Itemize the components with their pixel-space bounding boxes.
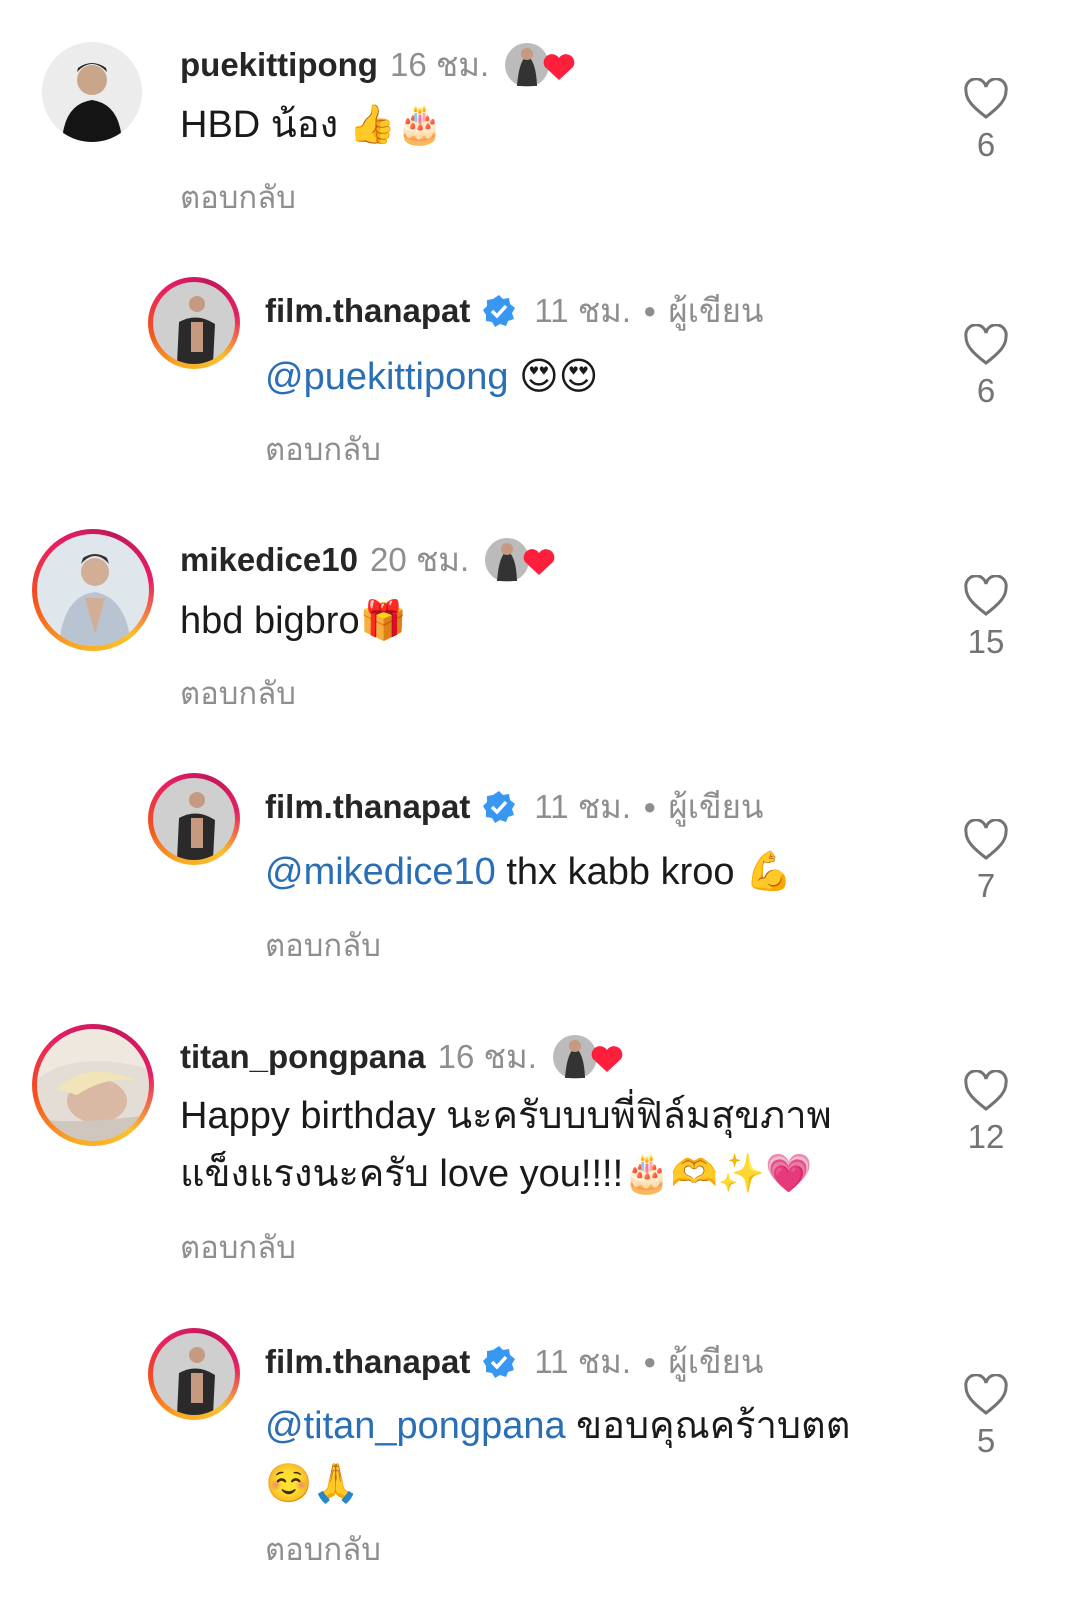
separator-dot: ● — [643, 1348, 657, 1374]
username[interactable]: puekittipong — [180, 46, 378, 84]
reply-button[interactable]: ตอบกลับ — [265, 424, 381, 474]
heart-outline-icon[interactable] — [951, 1374, 1021, 1416]
timestamp: 16 ชม. — [437, 1038, 537, 1075]
avatar[interactable] — [148, 277, 240, 369]
creator-liked-heart-icon — [483, 535, 555, 585]
username[interactable]: film.thanapat — [265, 788, 470, 826]
username[interactable]: titan_pongpana — [180, 1038, 426, 1076]
timestamp: 11 ชม. — [534, 292, 632, 329]
like-count: 5 — [976, 1422, 996, 1459]
verified-badge-icon — [482, 294, 516, 328]
like-count: 6 — [976, 126, 996, 163]
timestamp: 20 ชม. — [369, 541, 470, 578]
like-control: 6 — [951, 324, 1021, 410]
heart-outline-icon[interactable] — [951, 819, 1021, 861]
author-badge: ผู้เขียน — [668, 1343, 764, 1380]
comment-text: @mikedice10 thx kabb kroo 💪 — [265, 849, 793, 893]
timestamp: 11 ชม. — [534, 788, 632, 825]
reply-button[interactable]: ตอบกลับ — [180, 668, 296, 718]
avatar[interactable] — [148, 1328, 240, 1420]
like-control: 15 — [951, 575, 1021, 661]
avatar[interactable] — [32, 1024, 154, 1146]
creator-liked-heart-icon — [503, 40, 575, 90]
author-badge: ผู้เขียน — [668, 788, 764, 825]
like-count: 7 — [976, 867, 996, 904]
like-control: 5 — [951, 1374, 1021, 1460]
creator-liked-heart-icon — [551, 1032, 623, 1082]
reply-button[interactable]: ตอบกลับ — [180, 172, 296, 222]
comment-text: @puekittipong 😍😍 — [265, 354, 599, 398]
mention-link[interactable]: @titan_pongpana — [265, 1405, 566, 1447]
timestamp: 16 ชม. — [389, 46, 490, 83]
avatar[interactable] — [148, 773, 240, 865]
heart-outline-icon[interactable] — [951, 324, 1021, 366]
mention-link[interactable]: @mikedice10 — [265, 851, 496, 893]
reply-button[interactable]: ตอบกลับ — [265, 1524, 381, 1574]
separator-dot: ● — [643, 297, 657, 323]
avatar[interactable] — [32, 529, 154, 651]
comment-text: Happy birthday นะครับบบพี่ฟิล์มสุขภาพ แข… — [180, 1095, 832, 1195]
comment-text: hbd bigbro🎁 — [180, 598, 407, 642]
like-count: 15 — [967, 623, 1005, 660]
like-control: 12 — [951, 1070, 1021, 1156]
username[interactable]: film.thanapat — [265, 1343, 470, 1381]
verified-badge-icon — [482, 790, 516, 824]
reply-button[interactable]: ตอบกลับ — [265, 920, 381, 970]
timestamp: 11 ชม. — [534, 1343, 632, 1380]
like-control: 7 — [951, 819, 1021, 905]
username[interactable]: mikedice10 — [180, 541, 358, 579]
like-count: 6 — [976, 372, 996, 409]
heart-outline-icon[interactable] — [951, 575, 1021, 617]
verified-badge-icon — [482, 1345, 516, 1379]
username[interactable]: film.thanapat — [265, 292, 470, 330]
mention-link[interactable]: @puekittipong — [265, 356, 509, 398]
comment-text: @titan_pongpana ขอบคุณคร้าบตต ☺️🙏 — [265, 1405, 851, 1505]
like-count: 12 — [967, 1118, 1005, 1155]
heart-outline-icon[interactable] — [951, 1070, 1021, 1112]
separator-dot: ● — [643, 793, 657, 819]
reply-button[interactable]: ตอบกลับ — [180, 1222, 296, 1272]
avatar[interactable] — [42, 42, 142, 142]
heart-outline-icon[interactable] — [951, 78, 1021, 120]
comment-text: HBD น้อง 👍🎂 — [180, 102, 444, 146]
author-badge: ผู้เขียน — [668, 292, 764, 329]
like-control: 6 — [951, 78, 1021, 164]
